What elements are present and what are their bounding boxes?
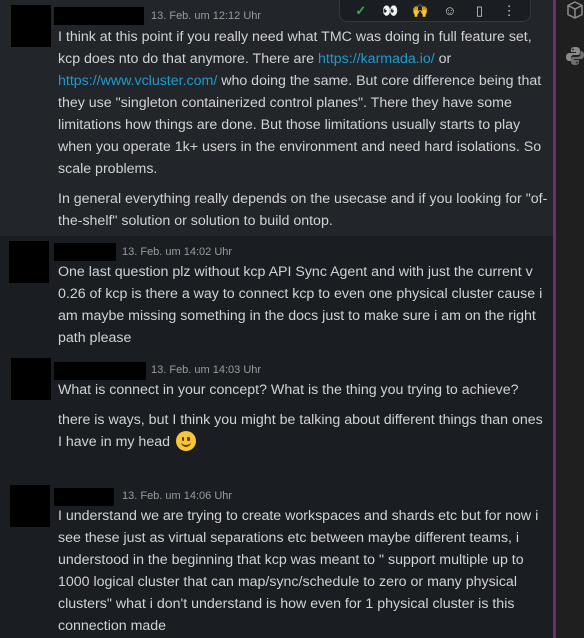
message-text: What is connect in your concept? What is… — [58, 379, 550, 453]
message-timestamp[interactable]: 13. Feb. um 14:06 Uhr — [122, 489, 232, 503]
message-timestamp[interactable]: 13. Feb. um 12:12 Uhr — [151, 9, 261, 23]
avatar[interactable] — [11, 5, 51, 47]
message-paragraph: there is ways, but I think you might be … — [58, 412, 543, 451]
message-timestamp[interactable]: 13. Feb. um 14:02 Uhr — [122, 245, 232, 259]
message-paragraph: One last question plz without kcp API Sy… — [58, 264, 543, 346]
package-icon[interactable] — [566, 1, 584, 19]
author-name-redacted[interactable] — [54, 488, 114, 506]
message-text: I understand we are trying to create wor… — [58, 505, 550, 637]
message-timestamp[interactable]: 13. Feb. um 14:03 Uhr — [151, 363, 261, 377]
message-paragraph: I understand we are trying to create wor… — [58, 508, 539, 634]
message-item[interactable]: 13. Feb. um 14:06 Uhr I understand we ar… — [0, 482, 553, 638]
python-icon[interactable] — [566, 46, 584, 65]
slightly-smiling-face-icon[interactable] — [175, 431, 196, 451]
message-paragraph: What is connect in your concept? What is… — [58, 382, 519, 398]
right-side-panel — [556, 0, 584, 638]
slack-thread-view: 13. Feb. um 12:12 Uhr I think at this po… — [0, 0, 584, 638]
message-text: One last question plz without kcp API Sy… — [58, 261, 550, 349]
avatar[interactable] — [11, 358, 51, 400]
more-actions-icon[interactable]: ⋮ — [498, 3, 520, 19]
author-name-redacted[interactable] — [54, 7, 144, 25]
raised-hands-reaction-button[interactable]: 🙌 — [409, 3, 431, 19]
message-item[interactable]: 13. Feb. um 14:03 Uhr What is connect in… — [0, 354, 553, 482]
author-name-redacted[interactable] — [54, 362, 146, 380]
avatar[interactable] — [10, 485, 50, 527]
message-text: I think at this point if you really need… — [58, 26, 550, 232]
message-item[interactable]: 13. Feb. um 12:12 Uhr I think at this po… — [0, 0, 553, 236]
karmada-link[interactable]: https://karmada.io/ — [318, 51, 435, 67]
add-reaction-icon[interactable]: ☺ — [439, 3, 461, 19]
message-paragraph: I think at this point if you really need… — [58, 29, 542, 177]
vcluster-link[interactable]: https://www.vcluster.com/ — [58, 73, 217, 89]
message-item[interactable]: 13. Feb. um 14:02 Uhr One last question … — [0, 236, 553, 354]
message-paragraph: In general everything really depends on … — [58, 191, 548, 229]
message-actions-toolbar: ✓ 👀 🙌 ☺ ▯ ⋮ — [339, 0, 531, 22]
bookmark-icon[interactable]: ▯ — [468, 3, 490, 19]
author-name-redacted[interactable] — [54, 243, 116, 261]
completed-reaction-button[interactable]: ✓ — [350, 3, 372, 19]
avatar[interactable] — [9, 241, 49, 283]
message-pane[interactable]: 13. Feb. um 12:12 Uhr I think at this po… — [0, 0, 553, 638]
eyes-reaction-button[interactable]: 👀 — [379, 3, 401, 19]
